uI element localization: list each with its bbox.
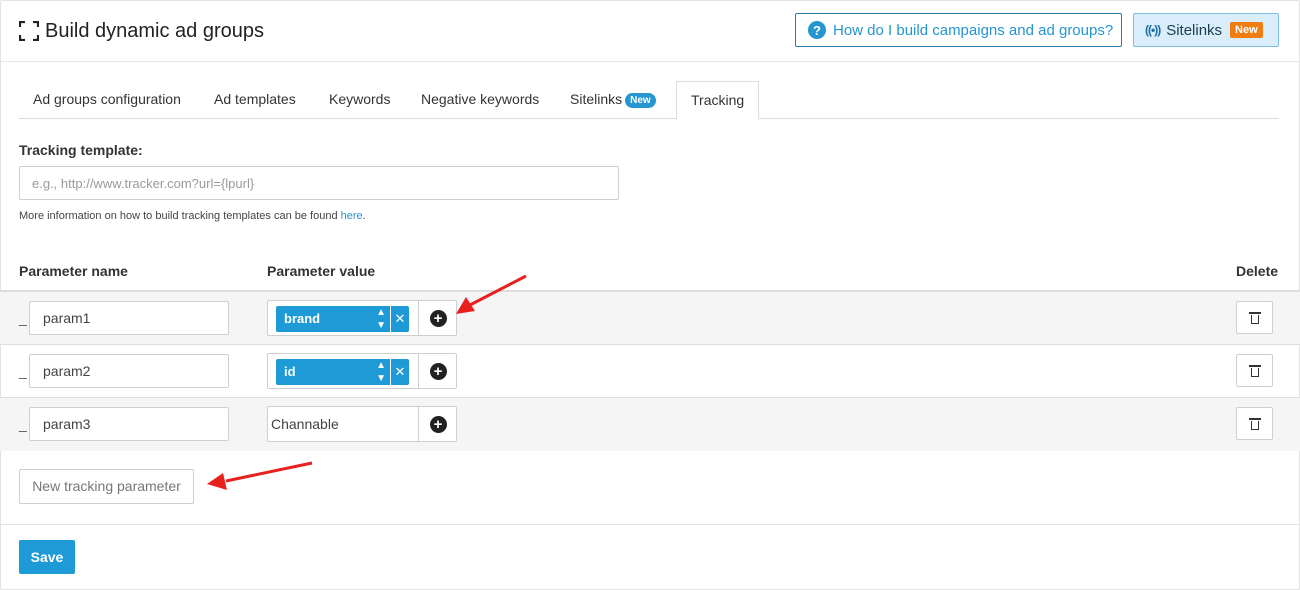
sort-icon: ▲ ▼ — [376, 360, 386, 384]
page-title: Build dynamic ad groups — [45, 20, 265, 42]
parameter-value-field: id ▲ ▼ ✕ + — [267, 353, 457, 389]
tracking-template-label: Tracking template: — [19, 142, 143, 158]
parameter-name-input[interactable] — [29, 407, 229, 441]
delete-row-button[interactable] — [1236, 407, 1273, 440]
add-value-button[interactable]: + — [418, 406, 457, 442]
delete-row-button[interactable] — [1236, 354, 1273, 387]
new-badge: New — [625, 93, 656, 108]
parameter-value-text: Channable — [271, 416, 339, 432]
column-header-parameter-name: Parameter name — [19, 263, 128, 279]
column-header-delete: Delete — [1236, 263, 1279, 279]
help-link-label: How do I build campaigns and ad groups? — [833, 21, 1114, 39]
table-row: _ id ▲▼ ✕ + — [0, 345, 1300, 398]
column-header-parameter-value: Parameter value — [267, 263, 376, 279]
info-end: . — [362, 210, 366, 222]
remove-value-button[interactable]: ✕ — [391, 306, 409, 332]
tab-label: Tracking — [691, 92, 745, 108]
tracking-template-input[interactable] — [19, 166, 619, 200]
help-link-button[interactable]: ? How do I build campaigns and ad groups… — [795, 13, 1122, 47]
sort-icon: ▲ ▼ — [376, 307, 386, 331]
parameter-value-field: brand ▲ ▼ ✕ + — [267, 300, 457, 336]
parameter-name-input[interactable] — [29, 301, 229, 335]
tab-label: Negative keywords — [421, 91, 540, 107]
new-badge: New — [1230, 22, 1263, 38]
parameter-value-label: brand — [284, 311, 321, 326]
tab-ad-templates[interactable]: Ad templates — [200, 81, 310, 119]
sitelinks-button[interactable]: ((•)) Sitelinks New — [1133, 13, 1279, 47]
parameter-value-field[interactable]: Channable + — [267, 406, 457, 442]
info-link[interactable]: here — [341, 210, 363, 222]
table-row: _ brand ▲▼ ✕ + — [0, 292, 1300, 345]
plus-circle-icon: + — [429, 415, 447, 433]
tab-label: Ad groups configuration — [33, 91, 181, 107]
parameter-name-input[interactable] — [29, 354, 229, 388]
row-dash: _ — [19, 310, 27, 326]
add-value-button[interactable]: + — [418, 353, 457, 389]
tab-label: Sitelinks — [570, 91, 623, 107]
tab-label: Keywords — [329, 91, 391, 107]
tab-label: Ad templates — [214, 91, 296, 107]
tab-ad-groups-configuration[interactable]: Ad groups configuration — [19, 81, 195, 119]
trash-icon — [1248, 417, 1261, 430]
tab-keywords[interactable]: Keywords — [315, 81, 404, 119]
info-text: More information on how to build trackin… — [19, 210, 341, 222]
tab-sitelinks[interactable]: Sitelinks New — [556, 81, 670, 119]
plus-circle-icon: + — [429, 362, 447, 380]
page-header: Build dynamic ad groups ? How do I build… — [0, 0, 1300, 62]
trash-icon — [1248, 311, 1261, 324]
remove-value-button[interactable]: ✕ — [391, 359, 409, 385]
tab-tracking[interactable]: Tracking — [676, 81, 760, 120]
trash-icon — [1248, 364, 1261, 377]
question-icon: ? — [808, 21, 826, 39]
delete-row-button[interactable] — [1236, 301, 1273, 334]
table-row: _ Channable + — [0, 398, 1300, 451]
save-button[interactable]: Save — [19, 540, 75, 574]
row-dash: _ — [19, 416, 27, 432]
tracking-info-text: More information on how to build trackin… — [19, 210, 366, 222]
parameter-value-select[interactable]: id ▲ ▼ — [276, 359, 390, 385]
parameter-value-select[interactable]: brand ▲ ▼ — [276, 306, 390, 332]
new-tracking-parameter-button[interactable]: New tracking parameter — [19, 469, 194, 504]
tab-negative-keywords[interactable]: Negative keywords — [407, 81, 553, 119]
sitelinks-button-label: Sitelinks — [1166, 21, 1223, 39]
row-dash: _ — [19, 363, 27, 379]
footer-divider — [0, 524, 1300, 525]
add-value-button[interactable]: + — [418, 300, 457, 336]
broadcast-icon: ((•)) — [1145, 23, 1161, 37]
fullscreen-icon — [19, 21, 39, 41]
parameter-value-label: id — [284, 364, 296, 379]
plus-circle-icon: + — [429, 309, 447, 327]
tab-bar: Ad groups configuration Ad templates Key… — [19, 81, 1279, 120]
